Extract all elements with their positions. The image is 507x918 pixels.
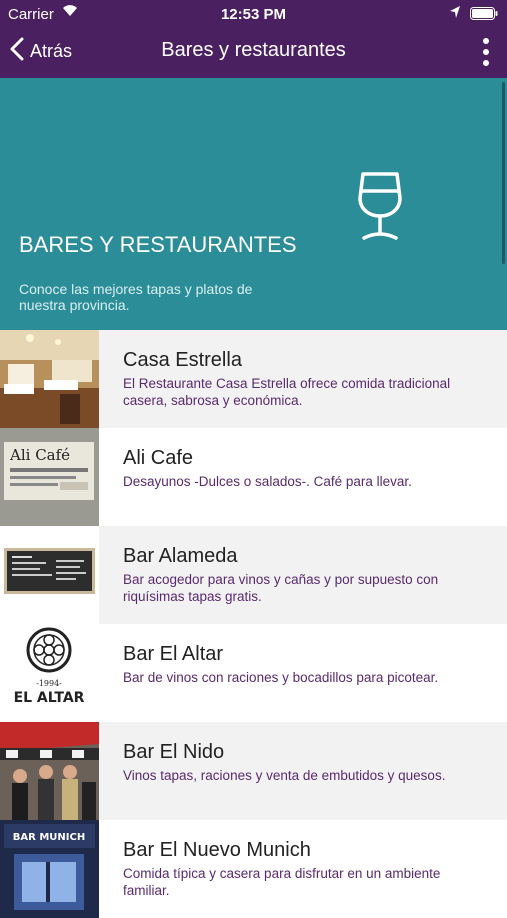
place-description: Desayunos -Dulces o salados-. Café para … bbox=[123, 474, 412, 489]
thumbnail-image bbox=[0, 330, 99, 428]
battery-icon bbox=[470, 7, 498, 20]
el-altar-logo-text: EL ALTAR bbox=[14, 690, 85, 706]
top-bar: Carrier 12:53 PM Atrás Bares y restauran… bbox=[0, 0, 507, 78]
place-description: Bar de vinos con raciones y bocadillos p… bbox=[123, 670, 439, 685]
thumbnail-image bbox=[0, 722, 99, 820]
place-name: Bar El Altar bbox=[123, 643, 224, 665]
thumbnail-image: BAR MUNICH bbox=[0, 820, 99, 918]
list-item[interactable]: Bar El Nido Vinos tapas, raciones y vent… bbox=[0, 722, 507, 820]
munich-sign-text: BAR MUNICH bbox=[13, 832, 85, 843]
list-item[interactable]: Bar Alameda Bar acogedor para vinos y ca… bbox=[0, 526, 507, 624]
category-title: Bares y restaurantes bbox=[19, 232, 297, 257]
more-options-button[interactable] bbox=[476, 36, 496, 68]
place-description: Bar acogedor para vinos y cañas y por su… bbox=[123, 572, 439, 604]
list-item[interactable]: Ali Café Ali Cafe Desayunos -Dulces o sa… bbox=[0, 428, 507, 526]
list-item[interactable]: BAR MUNICH Bar El Nuevo Munich Comida tí… bbox=[0, 820, 507, 918]
category-header: Bares y restaurantes Conoce las mejores … bbox=[0, 78, 507, 330]
thumbnail-image: Ali Café bbox=[0, 428, 99, 526]
place-description: El Restaurante Casa Estrella ofrece comi… bbox=[123, 376, 451, 408]
list-item[interactable]: Casa Estrella El Restaurante Casa Estrel… bbox=[0, 330, 507, 428]
el-altar-year-text: -1994- bbox=[36, 679, 62, 688]
place-description: Comida típica y casera para disfrutar en… bbox=[123, 866, 441, 898]
wine-glass-icon bbox=[354, 170, 406, 247]
list-item[interactable]: -1994- EL ALTAR Bar El Altar Bar de vino… bbox=[0, 624, 507, 722]
scrollbar[interactable] bbox=[502, 82, 505, 264]
place-name: Casa Estrella bbox=[123, 349, 242, 371]
places-list: Casa Estrella El Restaurante Casa Estrel… bbox=[0, 330, 507, 918]
clock: 12:53 PM bbox=[220, 6, 287, 23]
thumbnail-image bbox=[0, 526, 99, 624]
place-name: Ali Cafe bbox=[123, 447, 194, 469]
location-arrow-icon bbox=[449, 5, 461, 23]
place-name: Bar El Nido bbox=[123, 741, 225, 763]
place-description: Vinos tapas, raciones y venta de embutid… bbox=[123, 768, 446, 783]
place-name: Bar Alameda bbox=[123, 545, 238, 567]
category-subtitle: Conoce las mejores tapas y platos de nue… bbox=[19, 281, 253, 313]
navigation-bar: Atrás Bares y restaurantes bbox=[0, 28, 507, 78]
page-title: Bares y restaurantes bbox=[161, 39, 346, 61]
status-bar: Carrier 12:53 PM bbox=[0, 0, 507, 28]
place-name: Bar El Nuevo Munich bbox=[123, 839, 311, 861]
vertical-dots-icon bbox=[483, 38, 489, 66]
ali-cafe-sign-text: Ali Café bbox=[9, 446, 70, 464]
thumbnail-image: -1994- EL ALTAR bbox=[0, 624, 99, 722]
